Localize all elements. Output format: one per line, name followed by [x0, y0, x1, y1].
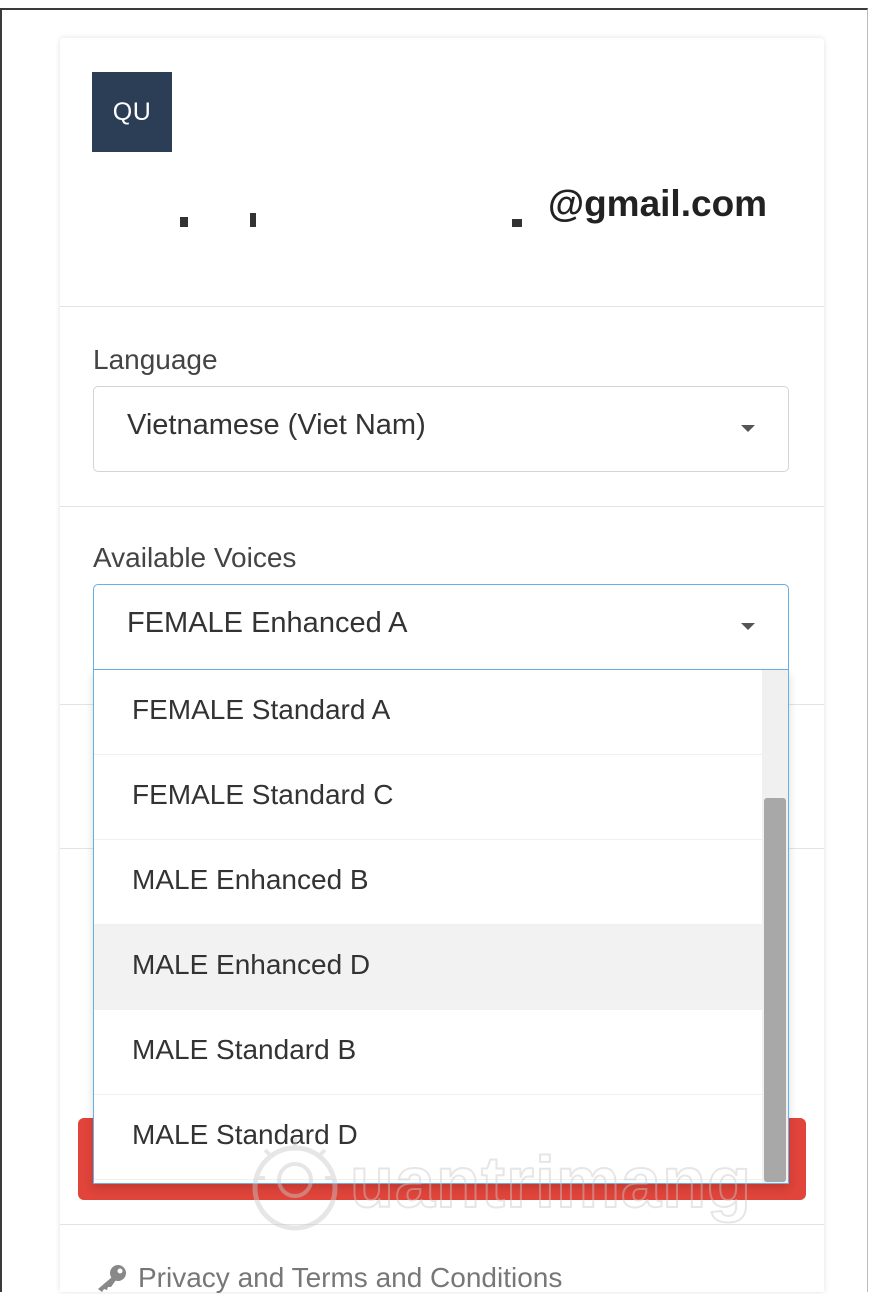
- voice-option[interactable]: FEMALE Standard C: [94, 755, 764, 840]
- voices-dropdown-list[interactable]: FEMALE Standard A FEMALE Standard C MALE…: [93, 670, 789, 1184]
- voice-option[interactable]: MALE Standard B: [94, 1010, 764, 1095]
- divider: [60, 506, 824, 507]
- voice-option[interactable]: MALE Standard D: [94, 1095, 764, 1180]
- language-label: Language: [93, 344, 218, 375]
- voice-option[interactable]: FEMALE Standard A: [94, 670, 764, 755]
- redacted-email-prefix: [92, 183, 572, 231]
- voices-selected-value: FEMALE Enhanced A: [127, 607, 408, 639]
- divider: [60, 306, 824, 307]
- voice-option-label: MALE Enhanced B: [132, 864, 369, 895]
- privacy-terms-link[interactable]: Privacy and Terms and Conditions: [94, 1262, 562, 1294]
- language-select[interactable]: Vietnamese (Viet Nam): [93, 386, 789, 472]
- account-email: @gmail.com: [92, 183, 792, 231]
- voices-label: Available Voices: [93, 542, 297, 573]
- voice-option-label: MALE Enhanced D: [132, 949, 371, 980]
- caret-down-icon: [741, 623, 755, 630]
- voice-option-label: MALE Standard B: [132, 1034, 357, 1065]
- voice-option-label: FEMALE Standard A: [132, 694, 391, 725]
- voice-option-hovered[interactable]: MALE Enhanced D: [94, 925, 764, 1010]
- key-icon: [98, 1265, 126, 1292]
- caret-down-icon: [741, 425, 755, 432]
- privacy-terms-text: Privacy and Terms and Conditions: [138, 1262, 563, 1293]
- avatar[interactable]: QU: [92, 72, 172, 152]
- voices-select[interactable]: FEMALE Enhanced A: [93, 584, 789, 670]
- scrollbar-thumb[interactable]: [764, 798, 786, 1182]
- voice-option-label: FEMALE Standard C: [132, 779, 394, 810]
- settings-panel: QU @gmail.com Language Vietnamese (Viet …: [60, 38, 824, 1294]
- avatar-initials: QU: [112, 97, 152, 126]
- voice-option[interactable]: MALE Enhanced B: [94, 840, 764, 925]
- dropdown-scrollbar[interactable]: [762, 670, 788, 1183]
- divider: [60, 1224, 824, 1225]
- language-selected-value: Vietnamese (Viet Nam): [127, 409, 426, 441]
- email-domain: @gmail.com: [548, 183, 768, 224]
- voice-option-label: MALE Standard D: [132, 1119, 358, 1150]
